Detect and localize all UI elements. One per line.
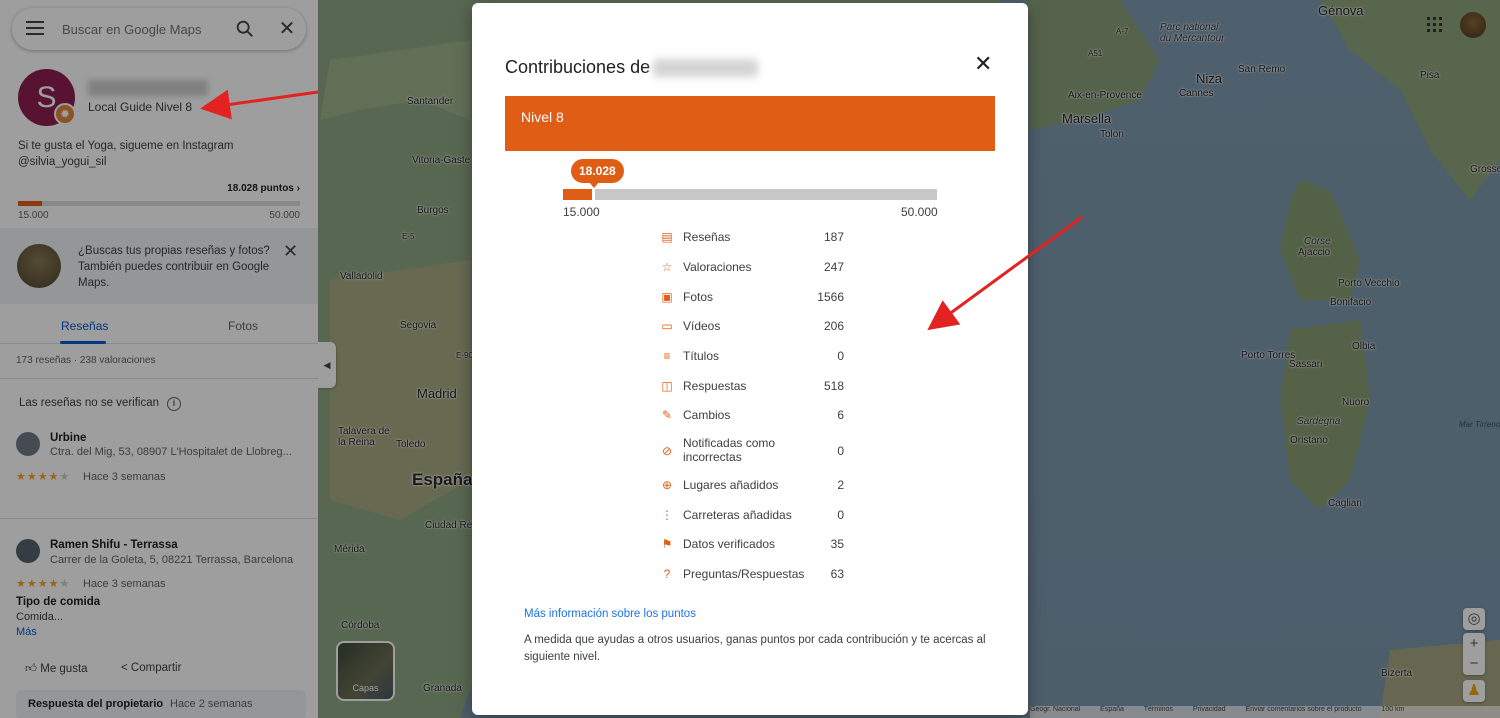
stat-label: Fotos bbox=[683, 290, 714, 304]
report-icon: ⊘ bbox=[661, 444, 673, 458]
stat-label: Respuestas bbox=[683, 379, 747, 393]
stat-label: Notificadas como incorrectas bbox=[683, 436, 776, 464]
level-progress-bar bbox=[563, 189, 937, 200]
stat-row-titulos: ≡ Títulos 0 bbox=[658, 349, 844, 363]
level-range-max: 50.000 bbox=[901, 205, 938, 219]
stat-row-preguntas: ? Preguntas/Respuestas 63 bbox=[658, 567, 844, 581]
add-place-icon: ⊕ bbox=[661, 478, 673, 492]
stat-value: 0 bbox=[837, 508, 844, 522]
stat-label: Preguntas/Respuestas bbox=[683, 567, 805, 581]
dialog-title: Contribuciones de bbox=[505, 57, 651, 77]
level-banner: Nivel 8 bbox=[505, 96, 995, 151]
photo-icon: ▣ bbox=[661, 290, 673, 304]
stat-value: 2 bbox=[837, 478, 844, 492]
answer-icon: ◫ bbox=[661, 379, 673, 393]
video-icon: ▭ bbox=[661, 319, 673, 333]
stat-value: 63 bbox=[830, 567, 844, 581]
level-label: Nivel 8 bbox=[521, 109, 564, 125]
stat-value: 206 bbox=[823, 319, 844, 333]
stat-value: 187 bbox=[823, 230, 844, 244]
stat-label: Datos verificados bbox=[683, 537, 776, 551]
stat-label: Cambios bbox=[683, 408, 731, 422]
stat-row-lugares: ⊕ Lugares añadidos 2 bbox=[658, 478, 844, 492]
points-tag: 18.028 bbox=[571, 159, 624, 183]
stat-row-valoraciones: ☆ Valoraciones 247 bbox=[658, 260, 844, 274]
stat-value: 0 bbox=[837, 349, 844, 363]
road-icon: ⋮ bbox=[661, 508, 673, 522]
level-progress-fill bbox=[563, 189, 596, 200]
caption-icon: ≡ bbox=[663, 349, 671, 363]
stat-row-respuestas: ◫ Respuestas 518 bbox=[658, 379, 844, 393]
stat-label: Carreteras añadidas bbox=[683, 508, 792, 522]
points-description: A medida que ayudas a otros usuarios, ga… bbox=[524, 634, 986, 663]
stat-label: Valoraciones bbox=[683, 260, 752, 274]
level-range-min: 15.000 bbox=[563, 205, 600, 219]
contributions-dialog: Contribuciones de ✕ Nivel 8 18.028 15.00… bbox=[472, 3, 1028, 715]
stat-value: 35 bbox=[830, 537, 844, 551]
stat-row-carreteras: ⋮ Carreteras añadidas 0 bbox=[658, 508, 844, 522]
review-icon: ▤ bbox=[661, 230, 673, 244]
stat-value: 1566 bbox=[817, 290, 844, 304]
stat-label: Lugares añadidos bbox=[683, 478, 779, 492]
stat-row-cambios: ✎ Cambios 6 bbox=[658, 408, 844, 422]
stat-row-fotos: ▣ Fotos 1566 bbox=[658, 290, 844, 304]
points-tag-pointer bbox=[589, 182, 599, 188]
stat-value: 6 bbox=[837, 408, 844, 422]
qa-icon: ? bbox=[663, 567, 671, 581]
star-icon: ☆ bbox=[661, 260, 673, 274]
edit-icon: ✎ bbox=[661, 408, 673, 422]
flag-icon: ⚑ bbox=[661, 537, 673, 551]
stat-row-videos: ▭ Vídeos 206 bbox=[658, 319, 844, 333]
stat-label: Vídeos bbox=[683, 319, 721, 333]
stat-value: 0 bbox=[837, 444, 844, 458]
dialog-title-name-blurred bbox=[653, 59, 758, 77]
stat-value: 518 bbox=[823, 379, 844, 393]
stat-label: Reseñas bbox=[683, 230, 731, 244]
stat-row-verificados: ⚑ Datos verificados 35 bbox=[658, 537, 844, 551]
stat-value: 247 bbox=[823, 260, 844, 274]
close-icon[interactable]: ✕ bbox=[974, 53, 992, 75]
stat-row-notificadas: ⊘ Notificadas como incorrectas 0 bbox=[658, 436, 844, 466]
stat-row-resenas: ▤ Reseñas 187 bbox=[658, 230, 844, 244]
stat-label: Títulos bbox=[683, 349, 720, 363]
more-info-points-link[interactable]: Más información sobre los puntos bbox=[524, 608, 696, 620]
